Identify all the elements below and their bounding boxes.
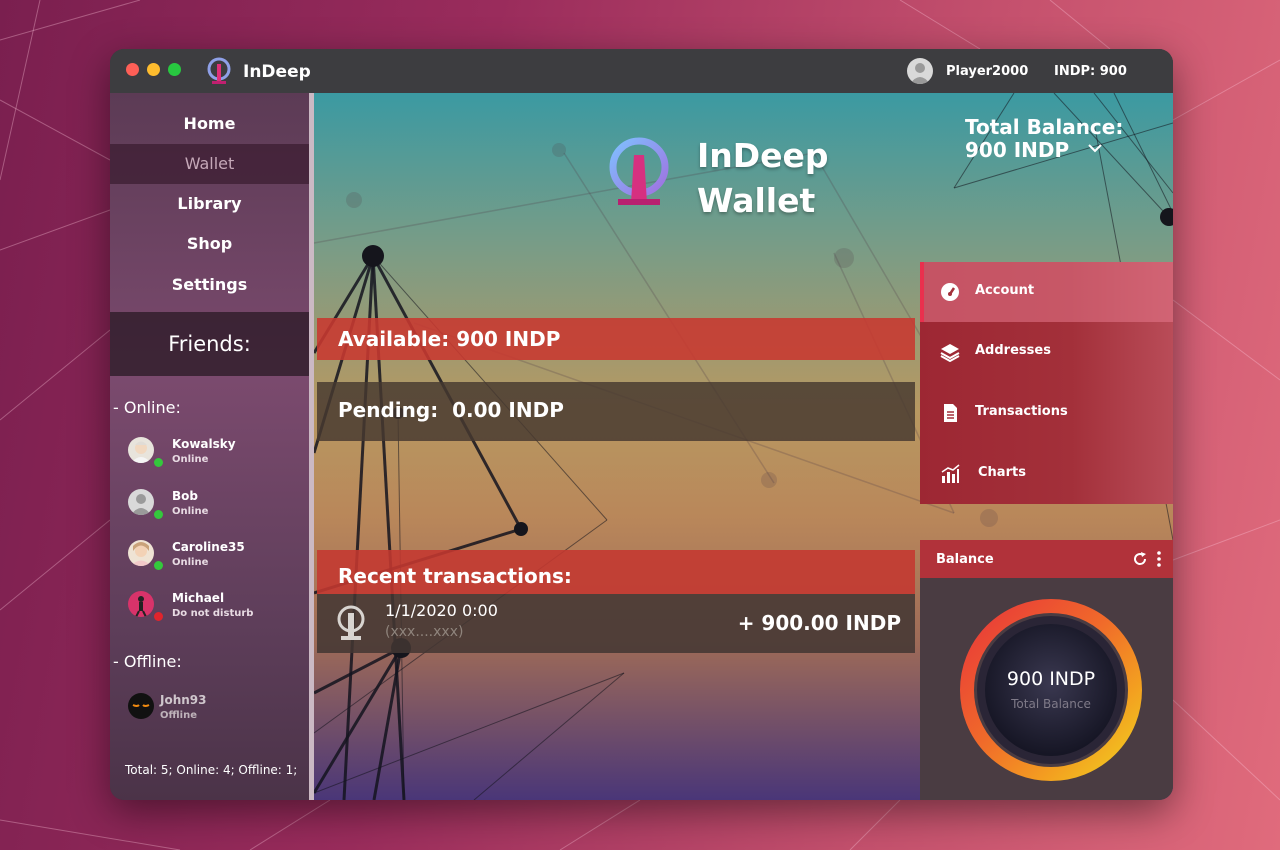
friend-avatar xyxy=(128,437,154,463)
layers-icon xyxy=(940,344,960,362)
balance-card-title: Balance xyxy=(936,552,994,567)
available-balance-text: Available: 900 INDP xyxy=(338,327,561,351)
friend-avatar xyxy=(128,489,154,515)
balance-gauge-value: 900 INDP xyxy=(1006,668,1096,690)
wallet-title-line2: Wallet xyxy=(697,181,816,220)
friend-status: Offline xyxy=(160,710,197,721)
friend-avatar xyxy=(128,693,154,719)
status-online-dot xyxy=(154,561,163,570)
menu-account-label: Account xyxy=(975,283,1035,298)
user-name[interactable]: Player2000 xyxy=(946,64,1028,79)
nav-wallet[interactable]: Wallet xyxy=(110,144,314,184)
wallet-side-menu: Account Addresses Transactions Charts xyxy=(920,262,1173,504)
friend-caroline35[interactable]: Caroline35 Online xyxy=(128,540,308,580)
maximize-window-button[interactable] xyxy=(168,63,181,76)
wallet-title-line1: InDeep xyxy=(697,136,829,175)
friend-bob[interactable]: Bob Online xyxy=(128,489,308,529)
refresh-icon[interactable] xyxy=(1132,551,1148,567)
status-dnd-dot xyxy=(154,612,163,621)
menu-active-accent xyxy=(920,262,924,322)
balance-card: Balance 900 INDP Total Balance xyxy=(920,540,1173,800)
friend-kowalsky[interactable]: Kowalsky Online xyxy=(128,437,308,477)
indeep-logo-icon xyxy=(207,57,231,84)
available-balance-bar: Available: 900 INDP xyxy=(317,318,915,360)
user-silhouette-icon xyxy=(910,63,930,84)
friend-status: Do not disturb xyxy=(172,608,254,619)
transaction-row[interactable]: 1/1/2020 0:00 (xxx....xxx) + 900.00 INDP xyxy=(317,594,915,653)
gauge-icon xyxy=(941,283,959,301)
friends-heading: Friends: xyxy=(110,312,309,376)
menu-transactions[interactable]: Transactions xyxy=(920,383,1173,443)
friend-status: Online xyxy=(172,506,209,517)
balance-gauge xyxy=(960,599,1142,781)
friend-name: Kowalsky xyxy=(172,437,236,451)
minimize-window-button[interactable] xyxy=(147,63,160,76)
offline-group-label: - Offline: xyxy=(113,652,182,671)
total-balance-value[interactable]: 900 INDP xyxy=(965,138,1069,162)
menu-addresses-label: Addresses xyxy=(975,343,1051,358)
friend-john93[interactable]: John93 Offline xyxy=(128,693,308,733)
balance-gauge-label: Total Balance xyxy=(1011,697,1091,711)
menu-charts[interactable]: Charts xyxy=(920,444,1173,504)
online-group-label: - Online: xyxy=(113,398,181,417)
app-title: InDeep xyxy=(243,62,311,82)
indeep-coin-icon xyxy=(337,605,365,640)
friend-avatar xyxy=(128,591,154,617)
friend-name: John93 xyxy=(160,693,207,707)
pending-balance-bar: Pending: 0.00 INDP xyxy=(317,382,915,441)
friends-totals: Total: 5; Online: 4; Offline: 1; xyxy=(125,763,298,777)
bar-chart-icon xyxy=(941,464,960,483)
friend-status: Online xyxy=(172,557,209,568)
transaction-date: 1/1/2020 0:00 xyxy=(385,601,498,620)
friend-name: Bob xyxy=(172,489,198,503)
coin-balance: INDP: 900 xyxy=(1054,64,1127,79)
user-avatar[interactable] xyxy=(907,58,933,84)
close-window-button[interactable] xyxy=(126,63,139,76)
nav-library[interactable]: Library xyxy=(110,184,309,224)
nav-shop[interactable]: Shop xyxy=(110,224,309,264)
app-window: InDeep Player2000 INDP: 900 Home Wallet … xyxy=(110,49,1173,800)
nav-settings[interactable]: Settings xyxy=(110,265,309,305)
transaction-address: (xxx....xxx) xyxy=(385,624,464,640)
title-bar: InDeep Player2000 INDP: 900 xyxy=(110,49,1173,93)
chevron-down-icon[interactable] xyxy=(1087,142,1103,154)
indeep-wallet-logo-icon xyxy=(609,137,669,205)
transaction-amount: + 900.00 INDP xyxy=(737,611,901,635)
pending-balance-text: Pending: 0.00 INDP xyxy=(338,398,564,422)
menu-charts-label: Charts xyxy=(978,465,1026,480)
wallet-title: InDeep Wallet xyxy=(697,133,829,223)
wallet-main: InDeep Wallet Total Balance: 900 INDP Av… xyxy=(314,93,1173,800)
friend-status: Online xyxy=(172,454,209,465)
friend-name: Michael xyxy=(172,591,225,605)
friend-name: Caroline35 xyxy=(172,540,245,554)
menu-transactions-label: Transactions xyxy=(975,404,1068,419)
nav-wallet-label: Wallet xyxy=(184,154,235,173)
friend-michael[interactable]: Michael Do not disturb xyxy=(128,591,308,631)
document-icon xyxy=(944,404,957,422)
status-online-dot xyxy=(154,510,163,519)
total-balance-label: Total Balance: xyxy=(965,115,1124,139)
balance-card-header: Balance xyxy=(920,540,1173,578)
menu-addresses[interactable]: Addresses xyxy=(920,322,1173,382)
nav-home[interactable]: Home xyxy=(110,104,309,144)
sidebar: Home Wallet Library Shop Settings Friend… xyxy=(110,93,314,800)
recent-transactions-header: Recent transactions: xyxy=(317,550,915,594)
menu-account[interactable]: Account xyxy=(920,262,1173,322)
more-options-icon[interactable] xyxy=(1156,550,1162,568)
friend-avatar xyxy=(128,540,154,566)
status-online-dot xyxy=(154,458,163,467)
